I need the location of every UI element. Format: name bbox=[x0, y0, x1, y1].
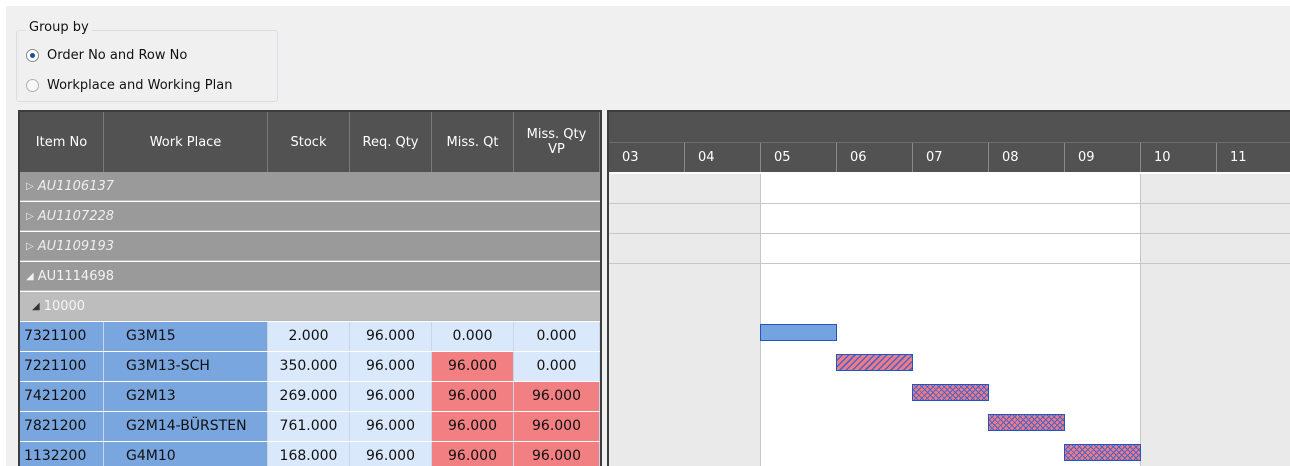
gantt-timeline-header: 03 04 05 06 07 08 09 10 11 bbox=[609, 142, 1290, 172]
column-header-miss-qty-vp[interactable]: Miss. Qty VP bbox=[514, 112, 600, 172]
gantt-bar[interactable] bbox=[912, 384, 989, 401]
gantt-gridline bbox=[760, 174, 761, 466]
gantt-column-header[interactable]: 03 bbox=[609, 143, 685, 172]
collapse-arrow-icon[interactable]: ◢ bbox=[32, 301, 40, 312]
cell-stock[interactable]: 168.000 bbox=[268, 441, 350, 466]
table-row[interactable]: 7821200 G2M14-BÜRSTEN 761.000 96.000 96.… bbox=[20, 411, 600, 441]
gantt-gridline bbox=[609, 263, 1290, 264]
gantt-column-header[interactable]: 07 bbox=[913, 143, 989, 172]
cell-item-no[interactable]: 7821200 bbox=[20, 411, 104, 441]
gantt-bar[interactable] bbox=[836, 354, 913, 371]
cell-miss-qt[interactable]: 96.000 bbox=[432, 381, 514, 411]
expand-arrow-icon[interactable]: ▷ bbox=[26, 241, 34, 252]
gantt-column-header[interactable]: 08 bbox=[989, 143, 1065, 172]
cell-stock[interactable]: 2.000 bbox=[268, 321, 350, 351]
gantt-column-header[interactable]: 04 bbox=[685, 143, 761, 172]
expand-arrow-icon[interactable]: ▷ bbox=[26, 211, 34, 222]
subgroup-row-label: 10000 bbox=[43, 298, 86, 314]
table-row[interactable]: 1132200 G4M10 168.000 96.000 96.000 96.0… bbox=[20, 441, 600, 466]
radio-order-row-label: Order No and Row No bbox=[47, 48, 188, 63]
collapse-arrow-icon[interactable]: ◢ bbox=[26, 271, 34, 282]
cell-work-place[interactable]: G4M10 bbox=[104, 441, 268, 466]
non-working-area bbox=[1140, 174, 1290, 466]
cell-req-qty[interactable]: 96.000 bbox=[350, 411, 432, 441]
gantt-bar[interactable] bbox=[760, 324, 837, 341]
table-row[interactable]: 7421200 G2M13 269.000 96.000 96.000 96.0… bbox=[20, 381, 600, 411]
cell-miss-qty-vp[interactable]: 96.000 bbox=[514, 411, 600, 441]
gantt-bar[interactable] bbox=[988, 414, 1065, 431]
cell-work-place[interactable]: G3M13-SCH bbox=[104, 351, 268, 381]
cell-miss-qty-vp[interactable]: 0.000 bbox=[514, 321, 600, 351]
cell-miss-qt[interactable]: 0.000 bbox=[432, 321, 514, 351]
cell-req-qty[interactable]: 96.000 bbox=[350, 381, 432, 411]
cell-req-qty[interactable]: 96.000 bbox=[350, 441, 432, 466]
radio-selected-icon[interactable] bbox=[26, 49, 39, 62]
cell-stock[interactable]: 350.000 bbox=[268, 351, 350, 381]
gantt-column-header[interactable]: 09 bbox=[1065, 143, 1141, 172]
cell-stock[interactable]: 761.000 bbox=[268, 411, 350, 441]
gantt-chart: 03 04 05 06 07 08 09 10 11 bbox=[607, 110, 1290, 466]
table-row[interactable]: 7321100 G3M15 2.000 96.000 0.000 0.000 bbox=[20, 321, 600, 351]
column-header-req-qty[interactable]: Req. Qty bbox=[350, 112, 432, 172]
gantt-column-header[interactable]: 06 bbox=[837, 143, 913, 172]
grid-header: Item No Work Place Stock Req. Qty Miss. … bbox=[20, 112, 600, 172]
gantt-gridline bbox=[609, 233, 1290, 234]
group-row[interactable]: ◢ AU1114698 bbox=[20, 262, 600, 291]
cell-miss-qty-vp[interactable]: 96.000 bbox=[514, 441, 600, 466]
cell-miss-qt[interactable]: 96.000 bbox=[432, 351, 514, 381]
cell-stock[interactable]: 269.000 bbox=[268, 381, 350, 411]
radio-workplace-plan[interactable]: Workplace and Working Plan bbox=[26, 78, 232, 93]
column-header-work-place[interactable]: Work Place bbox=[104, 112, 268, 172]
cell-work-place[interactable]: G2M13 bbox=[104, 381, 268, 411]
cell-miss-qt[interactable]: 96.000 bbox=[432, 411, 514, 441]
column-header-stock[interactable]: Stock bbox=[268, 112, 350, 172]
column-header-miss-qt[interactable]: Miss. Qt bbox=[432, 112, 514, 172]
cell-miss-qty-vp[interactable]: 96.000 bbox=[514, 381, 600, 411]
cell-req-qty[interactable]: 96.000 bbox=[350, 351, 432, 381]
radio-unselected-icon[interactable] bbox=[26, 79, 39, 92]
group-row[interactable]: ▷ AU1106137 bbox=[20, 172, 600, 201]
table-row[interactable]: 7221100 G3M13-SCH 350.000 96.000 96.000 … bbox=[20, 351, 600, 381]
subgroup-row[interactable]: ◢ 10000 bbox=[20, 292, 600, 321]
cell-miss-qt[interactable]: 96.000 bbox=[432, 441, 514, 466]
cell-item-no[interactable]: 7321100 bbox=[20, 321, 104, 351]
group-row[interactable]: ▷ AU1109193 bbox=[20, 232, 600, 261]
cell-req-qty[interactable]: 96.000 bbox=[350, 321, 432, 351]
cell-item-no[interactable]: 7421200 bbox=[20, 381, 104, 411]
gantt-header-top bbox=[609, 112, 1290, 142]
expand-arrow-icon[interactable]: ▷ bbox=[26, 181, 34, 192]
group-row-label: AU1109193 bbox=[37, 238, 115, 254]
cell-miss-qty-vp[interactable]: 0.000 bbox=[514, 351, 600, 381]
gantt-column-header[interactable]: 11 bbox=[1217, 143, 1290, 172]
order-grid: Item No Work Place Stock Req. Qty Miss. … bbox=[18, 110, 602, 466]
gantt-column-header[interactable]: 10 bbox=[1141, 143, 1217, 172]
radio-order-row[interactable]: Order No and Row No bbox=[26, 48, 187, 63]
gantt-column-header[interactable]: 05 bbox=[761, 143, 837, 172]
column-header-item-no[interactable]: Item No bbox=[20, 112, 104, 172]
group-by-title: Group by bbox=[26, 20, 92, 35]
group-row-label: AU1106137 bbox=[37, 178, 115, 194]
radio-workplace-plan-label: Workplace and Working Plan bbox=[47, 78, 233, 93]
non-working-area bbox=[609, 174, 760, 466]
group-row-label: AU1107228 bbox=[37, 208, 115, 224]
cell-item-no[interactable]: 7221100 bbox=[20, 351, 104, 381]
gantt-gridline bbox=[1140, 174, 1141, 466]
gantt-body bbox=[609, 174, 1290, 466]
gantt-bar[interactable] bbox=[1064, 444, 1141, 461]
gantt-gridline bbox=[609, 203, 1290, 204]
group-row[interactable]: ▷ AU1107228 bbox=[20, 202, 600, 231]
group-row-label: AU1114698 bbox=[37, 268, 115, 284]
cell-work-place[interactable]: G2M14-BÜRSTEN bbox=[104, 411, 268, 441]
cell-work-place[interactable]: G3M15 bbox=[104, 321, 268, 351]
cell-item-no[interactable]: 1132200 bbox=[20, 441, 104, 466]
